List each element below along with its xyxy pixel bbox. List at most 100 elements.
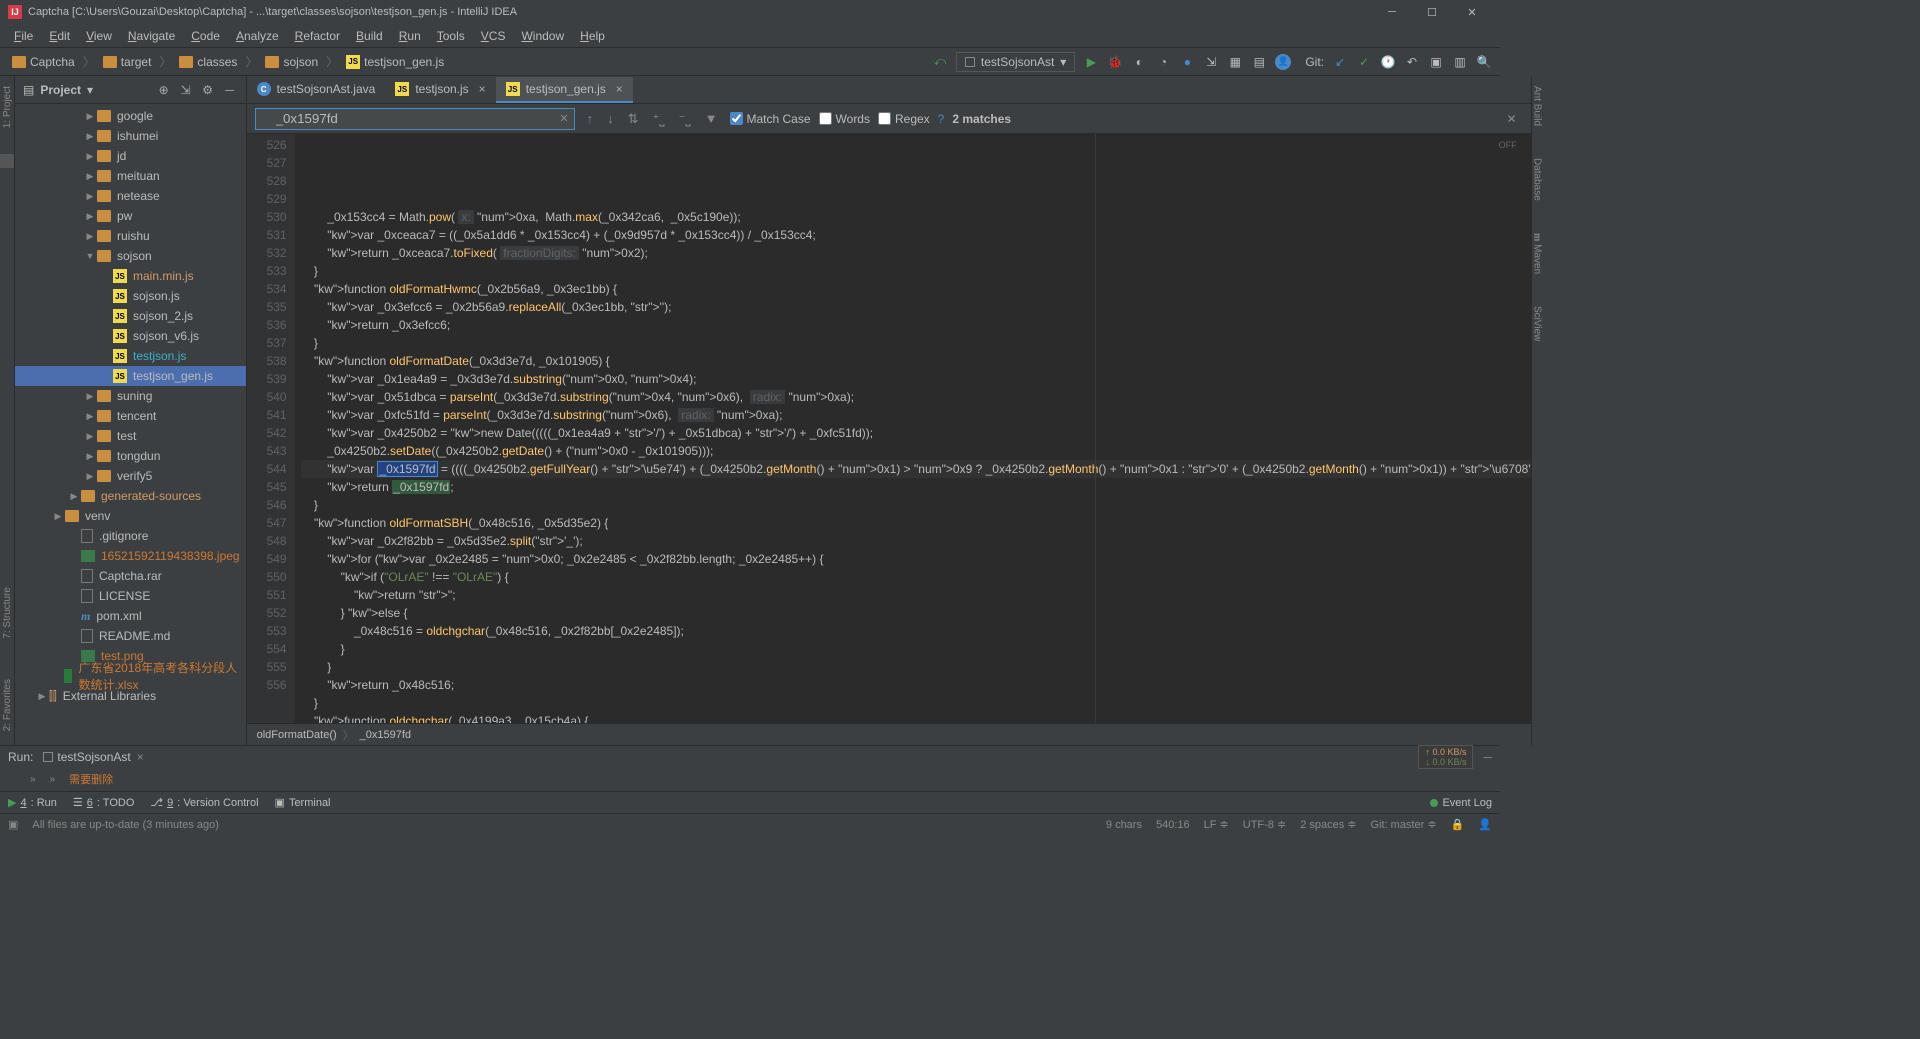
select-all-icon[interactable]: ⇅ [624, 109, 643, 129]
tree-node[interactable]: ▶tencent [15, 406, 246, 426]
editor-tab[interactable]: JStestjson.js× [385, 77, 495, 103]
regex-help-icon[interactable]: ? [938, 112, 945, 126]
tree-node[interactable]: JSsojson.js [15, 286, 246, 306]
breadcrumb-fn[interactable]: oldFormatDate() [257, 729, 337, 741]
run-config-combo[interactable]: testSojsonAst ▾ [956, 52, 1075, 72]
tree-node[interactable]: ▶tongdun [15, 446, 246, 466]
tree-node[interactable]: LICENSE [15, 586, 246, 606]
git-history-icon[interactable]: 🕐 [1380, 54, 1396, 70]
tree-node[interactable]: ▶google [15, 106, 246, 126]
menu-navigate[interactable]: Navigate [120, 27, 183, 45]
menu-build[interactable]: Build [348, 27, 391, 45]
menu-run[interactable]: Run [391, 27, 429, 45]
favorites-tool-button[interactable]: 2: Favorites [2, 673, 13, 737]
git-revert-icon[interactable]: ↶ [1404, 54, 1420, 70]
hector-icon[interactable]: 👤 [1478, 818, 1492, 831]
menu-vcs[interactable]: VCS [473, 27, 514, 45]
tree-node[interactable]: ▶suning [15, 386, 246, 406]
breadcrumb-item[interactable]: Captcha [8, 53, 79, 71]
tree-node[interactable]: JStestjson.js [15, 346, 246, 366]
terminal-tool-button[interactable]: ▣ Terminal [275, 796, 331, 809]
run-tab[interactable]: testSojsonAst × [43, 750, 143, 764]
status-encoding[interactable]: UTF-8 ≑ [1243, 818, 1286, 831]
code-breadcrumb[interactable]: oldFormatDate() 〉 _0x1597fd [247, 723, 1531, 745]
toolbar-icon-1[interactable]: ▣ [1428, 54, 1444, 70]
tree-node[interactable]: .gitignore [15, 526, 246, 546]
tree-node[interactable]: JStestjson_gen.js [15, 366, 246, 386]
left-strip-icon[interactable] [0, 154, 14, 168]
status-position[interactable]: 540:16 [1156, 819, 1190, 831]
tree-node[interactable]: JSsojson_v6.js [15, 326, 246, 346]
more-icon[interactable]: ▤ [1251, 54, 1267, 70]
regex-checkbox[interactable]: Regex [878, 112, 930, 126]
database-tool-button[interactable]: Database [1532, 152, 1543, 207]
tree-node[interactable]: ▶pw [15, 206, 246, 226]
clear-icon[interactable]: ✕ [559, 112, 568, 125]
git-update-icon[interactable]: ↙ [1332, 54, 1348, 70]
remove-selection-icon[interactable]: ⁻⎵ [675, 109, 695, 129]
git-commit-icon[interactable]: ✓ [1356, 54, 1372, 70]
status-line-ending[interactable]: LF ≑ [1204, 818, 1229, 831]
breadcrumb-item[interactable]: sojson [261, 53, 322, 71]
chevron-down-icon[interactable]: ▾ [87, 83, 93, 97]
close-find-icon[interactable]: ✕ [1501, 112, 1523, 126]
menu-tools[interactable]: Tools [429, 27, 473, 45]
layout-icon[interactable]: ▦ [1227, 54, 1243, 70]
lock-icon[interactable]: 🔒 [1451, 818, 1465, 831]
tree-node[interactable]: ▶venv [15, 506, 246, 526]
breadcrumb-item[interactable]: classes [175, 53, 241, 71]
tree-node[interactable]: ▶jd [15, 146, 246, 166]
editor-tab[interactable]: JStestjson_gen.js× [496, 77, 633, 103]
event-log-button[interactable]: Event Log [1430, 797, 1492, 809]
maven-tool-button[interactable]: m Maven [1532, 227, 1543, 280]
menu-refactor[interactable]: Refactor [287, 27, 348, 45]
close-tab-icon[interactable]: × [616, 82, 623, 96]
hide-icon[interactable]: ─ [222, 82, 238, 98]
status-indent[interactable]: 2 spaces ≑ [1300, 818, 1356, 831]
tree-node[interactable]: README.md [15, 626, 246, 646]
menu-view[interactable]: View [78, 27, 120, 45]
search-everywhere-icon[interactable]: 🔍 [1476, 54, 1492, 70]
tree-node[interactable]: ▶ishumei [15, 126, 246, 146]
match-case-checkbox[interactable]: Match Case [730, 112, 811, 126]
menu-window[interactable]: Window [513, 27, 572, 45]
coverage-icon[interactable]: ◐ [1131, 54, 1147, 70]
menu-file[interactable]: File [6, 27, 41, 45]
add-selection-icon[interactable]: ⁺⎵ [649, 109, 669, 129]
close-tab-icon[interactable]: × [479, 82, 486, 96]
profile-icon[interactable]: ◔ [1155, 54, 1171, 70]
attach-icon[interactable]: ⇲ [1203, 54, 1219, 70]
filter-icon[interactable]: ▼ [701, 109, 722, 129]
menu-help[interactable]: Help [572, 27, 613, 45]
project-tree[interactable]: ▶google▶ishumei▶jd▶meituan▶netease▶pw▶ru… [15, 104, 246, 745]
debug-icon[interactable]: 🐞 [1107, 54, 1123, 70]
minimize-button[interactable]: ─ [1372, 0, 1412, 24]
tree-node[interactable]: 广东省2018年高考各科分段人数统计.xlsx [15, 666, 246, 686]
tree-node[interactable]: ▶generated-sources [15, 486, 246, 506]
run-hide-icon[interactable]: ─ [1483, 750, 1492, 764]
editor-tab[interactable]: CtestSojsonAst.java [247, 77, 386, 103]
project-tool-button[interactable]: 1: Project [2, 80, 13, 134]
tree-node[interactable]: Captcha.rar [15, 566, 246, 586]
find-input[interactable] [255, 108, 575, 130]
code-editor[interactable]: OFF _0x153cc4 = Math.pow( x: "num">0xa, … [295, 134, 1531, 723]
tree-node[interactable]: JSsojson_2.js [15, 306, 246, 326]
avatar-icon[interactable]: 👤 [1275, 54, 1291, 70]
maximize-button[interactable]: ☐ [1412, 0, 1452, 24]
tree-node[interactable]: 16521592119438398.jpeg [15, 546, 246, 566]
stop-icon[interactable]: ● [1179, 54, 1195, 70]
run-output[interactable]: »» 需要删除 [0, 767, 1500, 791]
toolbar-icon-2[interactable]: ▥ [1452, 54, 1468, 70]
status-git[interactable]: Git: master ≑ [1371, 818, 1437, 831]
structure-tool-button[interactable]: 7: Structure [2, 581, 13, 645]
tree-node[interactable]: ▶test [15, 426, 246, 446]
todo-tool-button[interactable]: ☰ 6: TODO [73, 796, 135, 809]
menu-analyze[interactable]: Analyze [228, 27, 287, 45]
tree-node[interactable]: ▶netease [15, 186, 246, 206]
tree-node[interactable]: ▶verify5 [15, 466, 246, 486]
breadcrumb-item[interactable]: target [99, 53, 156, 71]
tree-node[interactable]: ▼sojson [15, 246, 246, 266]
run-icon[interactable]: ▶ [1083, 54, 1099, 70]
sciview-tool-button[interactable]: SciView [1532, 300, 1543, 347]
tree-node[interactable]: ▶meituan [15, 166, 246, 186]
